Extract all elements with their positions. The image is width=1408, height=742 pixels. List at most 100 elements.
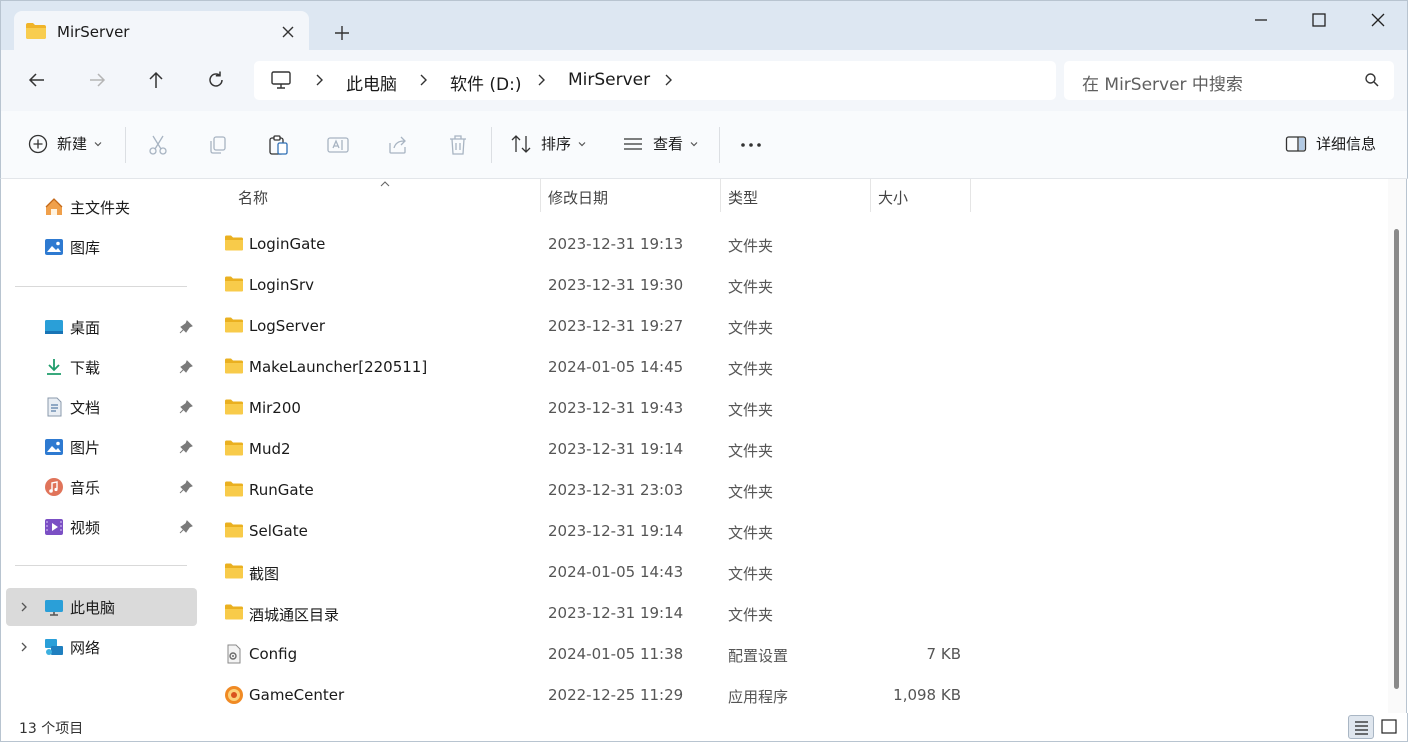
table-row[interactable]: 截图 2024-01-05 14:43 文件夹 (200, 552, 1390, 593)
navigation-bar: 此电脑 软件 (D:) MirServer 在 MirServer 中搜索 (0, 50, 1408, 111)
table-row[interactable]: Mir200 2023-12-31 19:43 文件夹 (200, 388, 1390, 429)
file-modified: 2024-01-05 14:43 (548, 563, 684, 581)
table-row[interactable]: LoginGate 2023-12-31 19:13 文件夹 (200, 224, 1390, 265)
column-header-name[interactable]: 名称 (230, 179, 540, 212)
sidebar-item-this-pc[interactable]: 此电脑 (6, 588, 197, 626)
table-row[interactable]: LogServer 2023-12-31 19:27 文件夹 (200, 306, 1390, 347)
sidebar-item-downloads[interactable]: 下载 (1, 348, 197, 386)
window-tab[interactable]: MirServer (14, 11, 309, 52)
view-button[interactable]: 查看 (622, 133, 699, 154)
column-header-modified[interactable]: 修改日期 (541, 179, 720, 212)
details-view-icon[interactable] (1348, 715, 1374, 739)
pin-icon[interactable] (179, 440, 193, 454)
sidebar-item-gallery[interactable]: 图库 (1, 228, 197, 266)
close-window-icon[interactable] (1367, 9, 1389, 31)
address-bar[interactable]: 此电脑 软件 (D:) MirServer (254, 61, 1056, 100)
breadcrumb-mirserver[interactable]: MirServer (568, 70, 650, 90)
pin-icon[interactable] (179, 360, 193, 374)
chevron-right-icon[interactable] (416, 73, 430, 87)
folder-icon (224, 562, 244, 582)
up-arrow-icon[interactable] (145, 69, 167, 91)
file-modified: 2022-12-25 11:29 (548, 686, 684, 704)
chevron-right-icon[interactable] (661, 73, 675, 87)
breadcrumb-drive-d[interactable]: 软件 (D:) (450, 70, 522, 95)
column-header-size[interactable]: 大小 (871, 179, 970, 212)
share-icon[interactable] (386, 133, 410, 157)
chevron-down-icon (689, 139, 699, 149)
chevron-right-icon[interactable] (312, 73, 326, 87)
refresh-icon[interactable] (205, 69, 227, 91)
search-input[interactable]: 在 MirServer 中搜索 (1082, 70, 1243, 95)
sidebar-item-label: 图片 (70, 439, 101, 457)
toolbar-divider (125, 127, 126, 163)
more-options-icon[interactable] (739, 133, 763, 157)
file-size: 1,098 KB (893, 686, 961, 704)
sidebar-item-home[interactable]: 主文件夹 (1, 188, 197, 226)
cut-icon[interactable] (146, 133, 170, 157)
close-tab-icon[interactable] (279, 23, 297, 41)
table-row[interactable]: Config 2024-01-05 11:38 配置设置 7 KB (200, 634, 1390, 675)
table-row[interactable]: SelGate 2023-12-31 19:14 文件夹 (200, 511, 1390, 552)
vertical-scrollbar[interactable] (1388, 179, 1407, 713)
chevron-right-icon[interactable] (534, 73, 548, 87)
status-bar: 13 个项目 (0, 713, 1408, 742)
sidebar-item-desktop[interactable]: 桌面 (1, 308, 197, 346)
back-arrow-icon[interactable] (26, 69, 48, 91)
table-row[interactable]: LoginSrv 2023-12-31 19:30 文件夹 (200, 265, 1390, 306)
chevron-right-icon[interactable] (18, 641, 30, 653)
new-button[interactable]: 新建 (28, 133, 103, 154)
desktop-icon (44, 317, 64, 337)
forward-arrow-icon[interactable] (86, 69, 108, 91)
column-header-type[interactable]: 类型 (721, 179, 870, 212)
scrollbar-thumb[interactable] (1394, 229, 1399, 689)
column-resize-handle[interactable] (970, 179, 971, 212)
minimize-icon[interactable] (1250, 9, 1272, 31)
rename-icon[interactable] (326, 133, 350, 157)
video-icon (44, 517, 64, 537)
copy-icon[interactable] (206, 133, 230, 157)
toolbar-divider (491, 127, 492, 163)
sidebar-divider (15, 565, 187, 566)
sort-button[interactable]: 排序 (510, 133, 587, 154)
pin-icon[interactable] (179, 320, 193, 334)
file-modified: 2023-12-31 19:13 (548, 235, 684, 253)
folder-icon (25, 22, 47, 40)
sidebar-item-videos[interactable]: 视频 (1, 508, 197, 546)
sidebar-item-pictures[interactable]: 图片 (1, 428, 197, 466)
table-row[interactable]: 酒城通区目录 2023-12-31 19:14 文件夹 (200, 593, 1390, 634)
sidebar-item-label: 主文件夹 (70, 199, 131, 217)
paste-icon[interactable] (266, 133, 290, 157)
details-pane-icon (1285, 135, 1307, 153)
download-icon (44, 357, 64, 377)
app-icon (224, 685, 244, 705)
toolbar-divider (719, 127, 720, 163)
view-button-label: 查看 (653, 135, 684, 153)
details-pane-label: 详细信息 (1316, 135, 1377, 153)
chevron-right-icon[interactable] (18, 601, 30, 613)
sidebar-item-documents[interactable]: 文档 (1, 388, 197, 426)
table-row[interactable]: MakeLauncher[220511] 2024-01-05 14:45 文件夹 (200, 347, 1390, 388)
pin-icon[interactable] (179, 520, 193, 534)
new-tab-icon[interactable] (332, 23, 352, 43)
search-box[interactable]: 在 MirServer 中搜索 (1064, 61, 1394, 100)
column-header-label: 名称 (238, 189, 269, 207)
sidebar-item-music[interactable]: 音乐 (1, 468, 197, 506)
sidebar-item-network[interactable]: 网络 (1, 628, 197, 666)
pin-icon[interactable] (179, 400, 193, 414)
tiles-view-icon[interactable] (1377, 715, 1403, 739)
network-icon (44, 637, 64, 657)
table-row[interactable]: RunGate 2023-12-31 23:03 文件夹 (200, 470, 1390, 511)
computer-icon[interactable] (270, 70, 292, 90)
plus-circle-icon (28, 134, 48, 154)
column-header-label: 修改日期 (548, 189, 609, 207)
table-row[interactable]: GameCenter 2022-12-25 11:29 应用程序 1,098 KB (200, 675, 1390, 716)
details-pane-button[interactable]: 详细信息 (1285, 133, 1376, 154)
search-icon[interactable] (1364, 72, 1380, 88)
folder-icon (224, 439, 244, 459)
breadcrumb-this-pc[interactable]: 此电脑 (346, 70, 397, 95)
sidebar-item-label: 文档 (70, 399, 101, 417)
maximize-icon[interactable] (1308, 9, 1330, 31)
delete-icon[interactable] (446, 133, 470, 157)
table-row[interactable]: Mud2 2023-12-31 19:14 文件夹 (200, 429, 1390, 470)
pin-icon[interactable] (179, 480, 193, 494)
